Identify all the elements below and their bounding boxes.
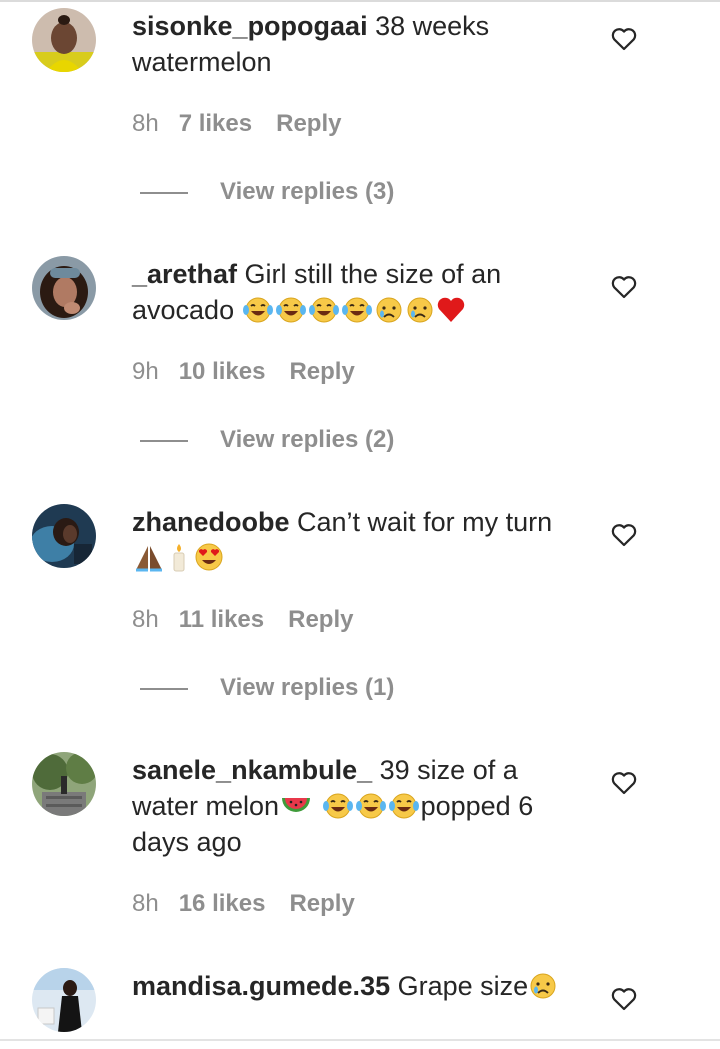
comment-time: 9h	[132, 358, 159, 385]
reply-button[interactable]: Reply	[288, 606, 353, 633]
heart-outline-icon[interactable]	[611, 771, 637, 795]
view-replies-button[interactable]: View replies (2)	[140, 426, 394, 456]
view-replies-button[interactable]: View replies (1)	[140, 674, 394, 704]
comment-text: mandisa.gumede.35 Grape size	[132, 968, 572, 1004]
smiling-face-with-heart-eyes-icon	[195, 543, 223, 571]
bottom-divider	[0, 1039, 720, 1041]
heart-outline-icon[interactable]	[611, 27, 637, 51]
replies-line	[140, 191, 188, 194]
face-with-tears-of-joy-icon	[355, 793, 386, 819]
candle-icon	[173, 544, 185, 572]
replies-line	[140, 439, 188, 442]
comment-username[interactable]: sisonke_popogaai	[132, 11, 368, 41]
crying-face-icon	[376, 297, 402, 323]
face-with-tears-of-joy-icon	[341, 297, 372, 323]
comment-body: Can’t wait for my turn	[289, 507, 553, 537]
comment-username[interactable]: mandisa.gumede.35	[132, 971, 390, 1001]
top-divider	[0, 0, 720, 2]
face-with-tears-of-joy-icon	[308, 297, 339, 323]
avatar[interactable]	[32, 256, 96, 320]
view-replies-label: View replies (1)	[220, 674, 395, 701]
comment-text: sisonke_popogaai 38 weeks watermelon	[132, 8, 572, 80]
heart-outline-icon[interactable]	[611, 987, 637, 1011]
face-with-tears-of-joy-icon	[322, 793, 353, 819]
folded-hands-icon	[136, 546, 162, 572]
comment-meta: 8h 11 likes Reply	[132, 606, 353, 634]
comment-time: 8h	[132, 110, 159, 137]
view-replies-button[interactable]: View replies (3)	[140, 178, 394, 208]
face-with-tears-of-joy-icon	[275, 297, 306, 323]
view-replies-label: View replies (2)	[220, 426, 395, 453]
watermelon-icon	[282, 798, 311, 812]
red-heart-icon	[437, 297, 464, 322]
comment-username[interactable]: _arethaf	[132, 259, 237, 289]
comment-likes[interactable]: 7 likes	[179, 110, 252, 137]
avatar[interactable]	[32, 968, 96, 1032]
comment-username[interactable]: sanele_nkambule_	[132, 755, 372, 785]
view-replies-label: View replies (3)	[220, 178, 395, 205]
replies-line	[140, 687, 188, 690]
comment-likes[interactable]: 16 likes	[179, 890, 266, 917]
reply-button[interactable]: Reply	[289, 890, 354, 917]
comment-likes[interactable]: 10 likes	[179, 358, 266, 385]
avatar[interactable]	[32, 752, 96, 816]
comment-likes[interactable]: 11 likes	[179, 606, 264, 633]
comment-username[interactable]: zhanedoobe	[132, 507, 290, 537]
reply-button[interactable]: Reply	[289, 358, 354, 385]
avatar[interactable]	[32, 504, 96, 568]
comment-meta: 8h 7 likes Reply	[132, 110, 341, 138]
reply-button[interactable]: Reply	[276, 110, 341, 137]
face-with-tears-of-joy-icon	[388, 793, 419, 819]
comment-body: Grape size	[390, 971, 529, 1001]
comment-text: zhanedoobe Can’t wait for my turn	[132, 504, 572, 576]
comment-text: sanele_nkambule_ 39 size of a water melo…	[132, 752, 572, 860]
crying-face-icon	[407, 297, 433, 323]
heart-outline-icon[interactable]	[611, 523, 637, 547]
comment-time: 8h	[132, 606, 159, 633]
heart-outline-icon[interactable]	[611, 275, 637, 299]
face-with-tears-of-joy-icon	[242, 297, 273, 323]
crying-face-icon	[530, 973, 556, 999]
comment-time: 8h	[132, 890, 159, 917]
avatar[interactable]	[32, 8, 96, 72]
comment-meta: 8h 16 likes Reply	[132, 890, 355, 918]
comment-meta: 9h 10 likes Reply	[132, 358, 355, 386]
comment-text: _arethaf Girl still the size of an avoca…	[132, 256, 572, 328]
